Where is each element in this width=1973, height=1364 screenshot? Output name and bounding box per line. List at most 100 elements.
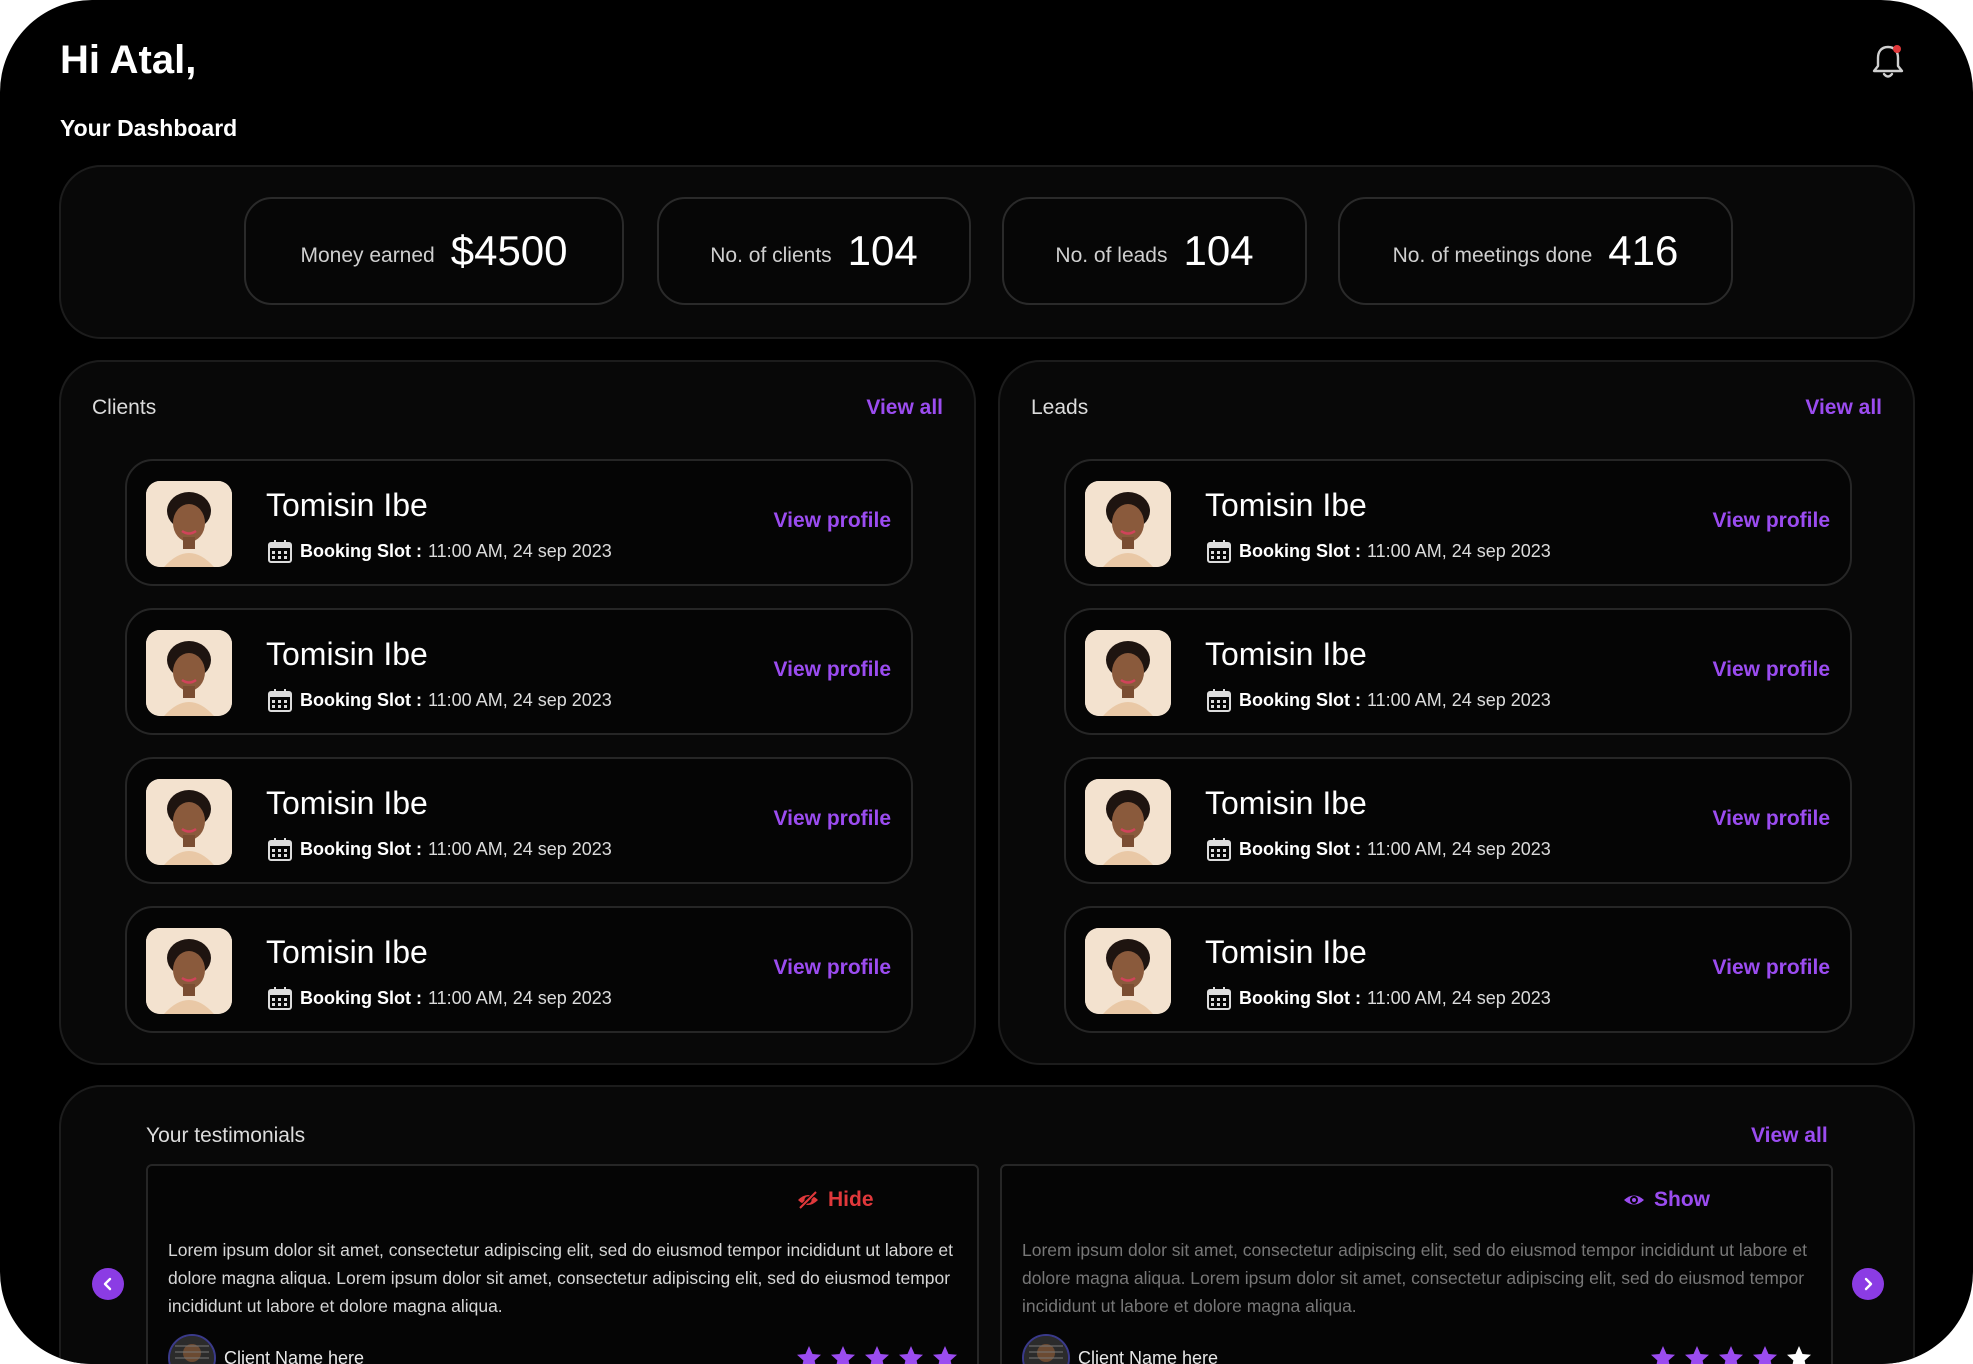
avatar: [168, 1334, 216, 1364]
avatar: [1085, 481, 1171, 567]
testimonial-card: Show Lorem ipsum dolor sit amet, consect…: [1000, 1164, 1833, 1364]
eye-slash-icon: [798, 1190, 818, 1210]
rating-stars: [1649, 1344, 1813, 1364]
page-subtitle: Your Dashboard: [60, 115, 238, 141]
stat-value: $4500: [450, 227, 568, 274]
client-name: Client Name here: [224, 1347, 365, 1364]
list-item: Tomisin Ibe Booking Slot :11:00 AM, 24 se…: [1064, 459, 1852, 586]
view-profile-link[interactable]: View profile: [774, 807, 891, 831]
person-name: Tomisin Ibe: [266, 636, 428, 672]
slot-label: Booking Slot :: [1239, 987, 1361, 1008]
booking-slot: Booking Slot :11:00 AM, 24 sep 2023: [266, 686, 612, 714]
view-profile-link[interactable]: View profile: [774, 509, 891, 533]
slot-label: Booking Slot :: [300, 838, 422, 859]
panel-title: Your testimonials: [146, 1124, 306, 1147]
slot-value: 11:00 AM, 24 sep 2023: [1366, 540, 1551, 561]
star-icon: [865, 1346, 889, 1364]
testimonial-client: Client Name here: [1022, 1334, 1218, 1364]
chevron-left-icon[interactable]: [92, 1268, 124, 1300]
stat-meetings: No. of meetings done 416: [1338, 197, 1733, 305]
person-name: Tomisin Ibe: [266, 487, 428, 523]
testimonial-text: Lorem ipsum dolor sit amet, consectetur …: [1022, 1240, 1807, 1316]
leads-panel: Leads View all Tomisin Ibe Booking Slot :…: [998, 360, 1915, 1065]
view-profile-link[interactable]: View profile: [1713, 956, 1830, 980]
star-icon: [1651, 1346, 1675, 1364]
slot-label: Booking Slot :: [1239, 689, 1361, 710]
list-item: Tomisin Ibe Booking Slot :11:00 AM, 24 se…: [125, 757, 913, 884]
booking-slot: Booking Slot :11:00 AM, 24 sep 2023: [266, 537, 612, 565]
avatar: [146, 779, 232, 865]
avatar: [1022, 1334, 1070, 1364]
star-icon: [1787, 1346, 1811, 1364]
calendar-icon: [266, 984, 294, 1012]
booking-slot: Booking Slot :11:00 AM, 24 sep 2023: [1205, 984, 1551, 1012]
view-profile-link[interactable]: View profile: [1713, 807, 1830, 831]
view-profile-link[interactable]: View profile: [1713, 509, 1830, 533]
calendar-icon: [1205, 835, 1233, 863]
stat-label: Money earned: [300, 244, 435, 267]
hide-toggle[interactable]: Hide: [796, 1188, 874, 1212]
dashboard-screen: Hi Atal, Your Dashboard Money earned $45…: [0, 0, 1973, 1364]
stat-money-earned: Money earned $4500: [244, 197, 624, 305]
clients-view-all-link[interactable]: View all: [866, 396, 943, 420]
slot-label: Booking Slot :: [300, 987, 422, 1008]
avatar: [146, 630, 232, 716]
eye-icon: [1624, 1195, 1644, 1205]
list-item: Tomisin Ibe Booking Slot :11:00 AM, 24 se…: [1064, 757, 1852, 884]
calendar-icon: [266, 537, 294, 565]
client-name: Client Name here: [1078, 1347, 1219, 1364]
star-icon: [899, 1346, 923, 1364]
star-icon: [1753, 1346, 1777, 1364]
stat-label: No. of clients: [710, 244, 832, 267]
star-icon: [797, 1346, 821, 1364]
toggle-label: Show: [1654, 1188, 1710, 1211]
person-name: Tomisin Ibe: [1205, 636, 1367, 672]
leads-view-all-link[interactable]: View all: [1805, 396, 1882, 420]
panel-title: Leads: [1031, 396, 1089, 419]
view-profile-link[interactable]: View profile: [1713, 658, 1830, 682]
slot-value: 11:00 AM, 24 sep 2023: [427, 689, 612, 710]
bell-icon[interactable]: [1870, 42, 1906, 80]
testimonials-view-all-link[interactable]: View all: [1751, 1124, 1828, 1148]
list-item: Tomisin Ibe Booking Slot :11:00 AM, 24 se…: [125, 906, 913, 1033]
list-item: Tomisin Ibe Booking Slot :11:00 AM, 24 se…: [125, 608, 913, 735]
chevron-right-icon[interactable]: [1852, 1268, 1884, 1300]
stat-value: 104: [847, 227, 918, 274]
booking-slot: Booking Slot :11:00 AM, 24 sep 2023: [266, 984, 612, 1012]
slot-value: 11:00 AM, 24 sep 2023: [427, 987, 612, 1008]
rating-stars: [795, 1344, 959, 1364]
show-toggle[interactable]: Show: [1622, 1188, 1710, 1212]
person-name: Tomisin Ibe: [266, 785, 428, 821]
slot-label: Booking Slot :: [1239, 540, 1361, 561]
list-item: Tomisin Ibe Booking Slot :11:00 AM, 24 se…: [1064, 906, 1852, 1033]
avatar: [1085, 779, 1171, 865]
view-profile-link[interactable]: View profile: [774, 956, 891, 980]
slot-value: 11:00 AM, 24 sep 2023: [427, 540, 612, 561]
person-name: Tomisin Ibe: [1205, 785, 1367, 821]
testimonial-client: Client Name here: [168, 1334, 364, 1364]
slot-value: 11:00 AM, 24 sep 2023: [1366, 689, 1551, 710]
person-name: Tomisin Ibe: [1205, 487, 1367, 523]
star-icon: [831, 1346, 855, 1364]
stats-panel: Money earned $4500 No. of clients 104 No…: [59, 165, 1915, 339]
slot-label: Booking Slot :: [300, 689, 422, 710]
slot-value: 11:00 AM, 24 sep 2023: [1366, 838, 1551, 859]
slot-label: Booking Slot :: [300, 540, 422, 561]
greeting: Hi Atal,: [60, 38, 197, 82]
slot-value: 11:00 AM, 24 sep 2023: [1366, 987, 1551, 1008]
booking-slot: Booking Slot :11:00 AM, 24 sep 2023: [1205, 537, 1551, 565]
calendar-icon: [266, 686, 294, 714]
star-icon: [1719, 1346, 1743, 1364]
list-item: Tomisin Ibe Booking Slot :11:00 AM, 24 se…: [1064, 608, 1852, 735]
stat-label: No. of leads: [1055, 244, 1168, 267]
star-icon: [933, 1346, 957, 1364]
person-name: Tomisin Ibe: [266, 934, 428, 970]
avatar: [1085, 630, 1171, 716]
star-icon: [1685, 1346, 1709, 1364]
testimonials-panel: Your testimonials View all Hide Lorem ip…: [59, 1085, 1915, 1364]
clients-panel: Clients View all Tomisin Ibe Booking Slot…: [59, 360, 976, 1065]
view-profile-link[interactable]: View profile: [774, 658, 891, 682]
calendar-icon: [1205, 984, 1233, 1012]
avatar: [146, 928, 232, 1014]
slot-label: Booking Slot :: [1239, 838, 1361, 859]
